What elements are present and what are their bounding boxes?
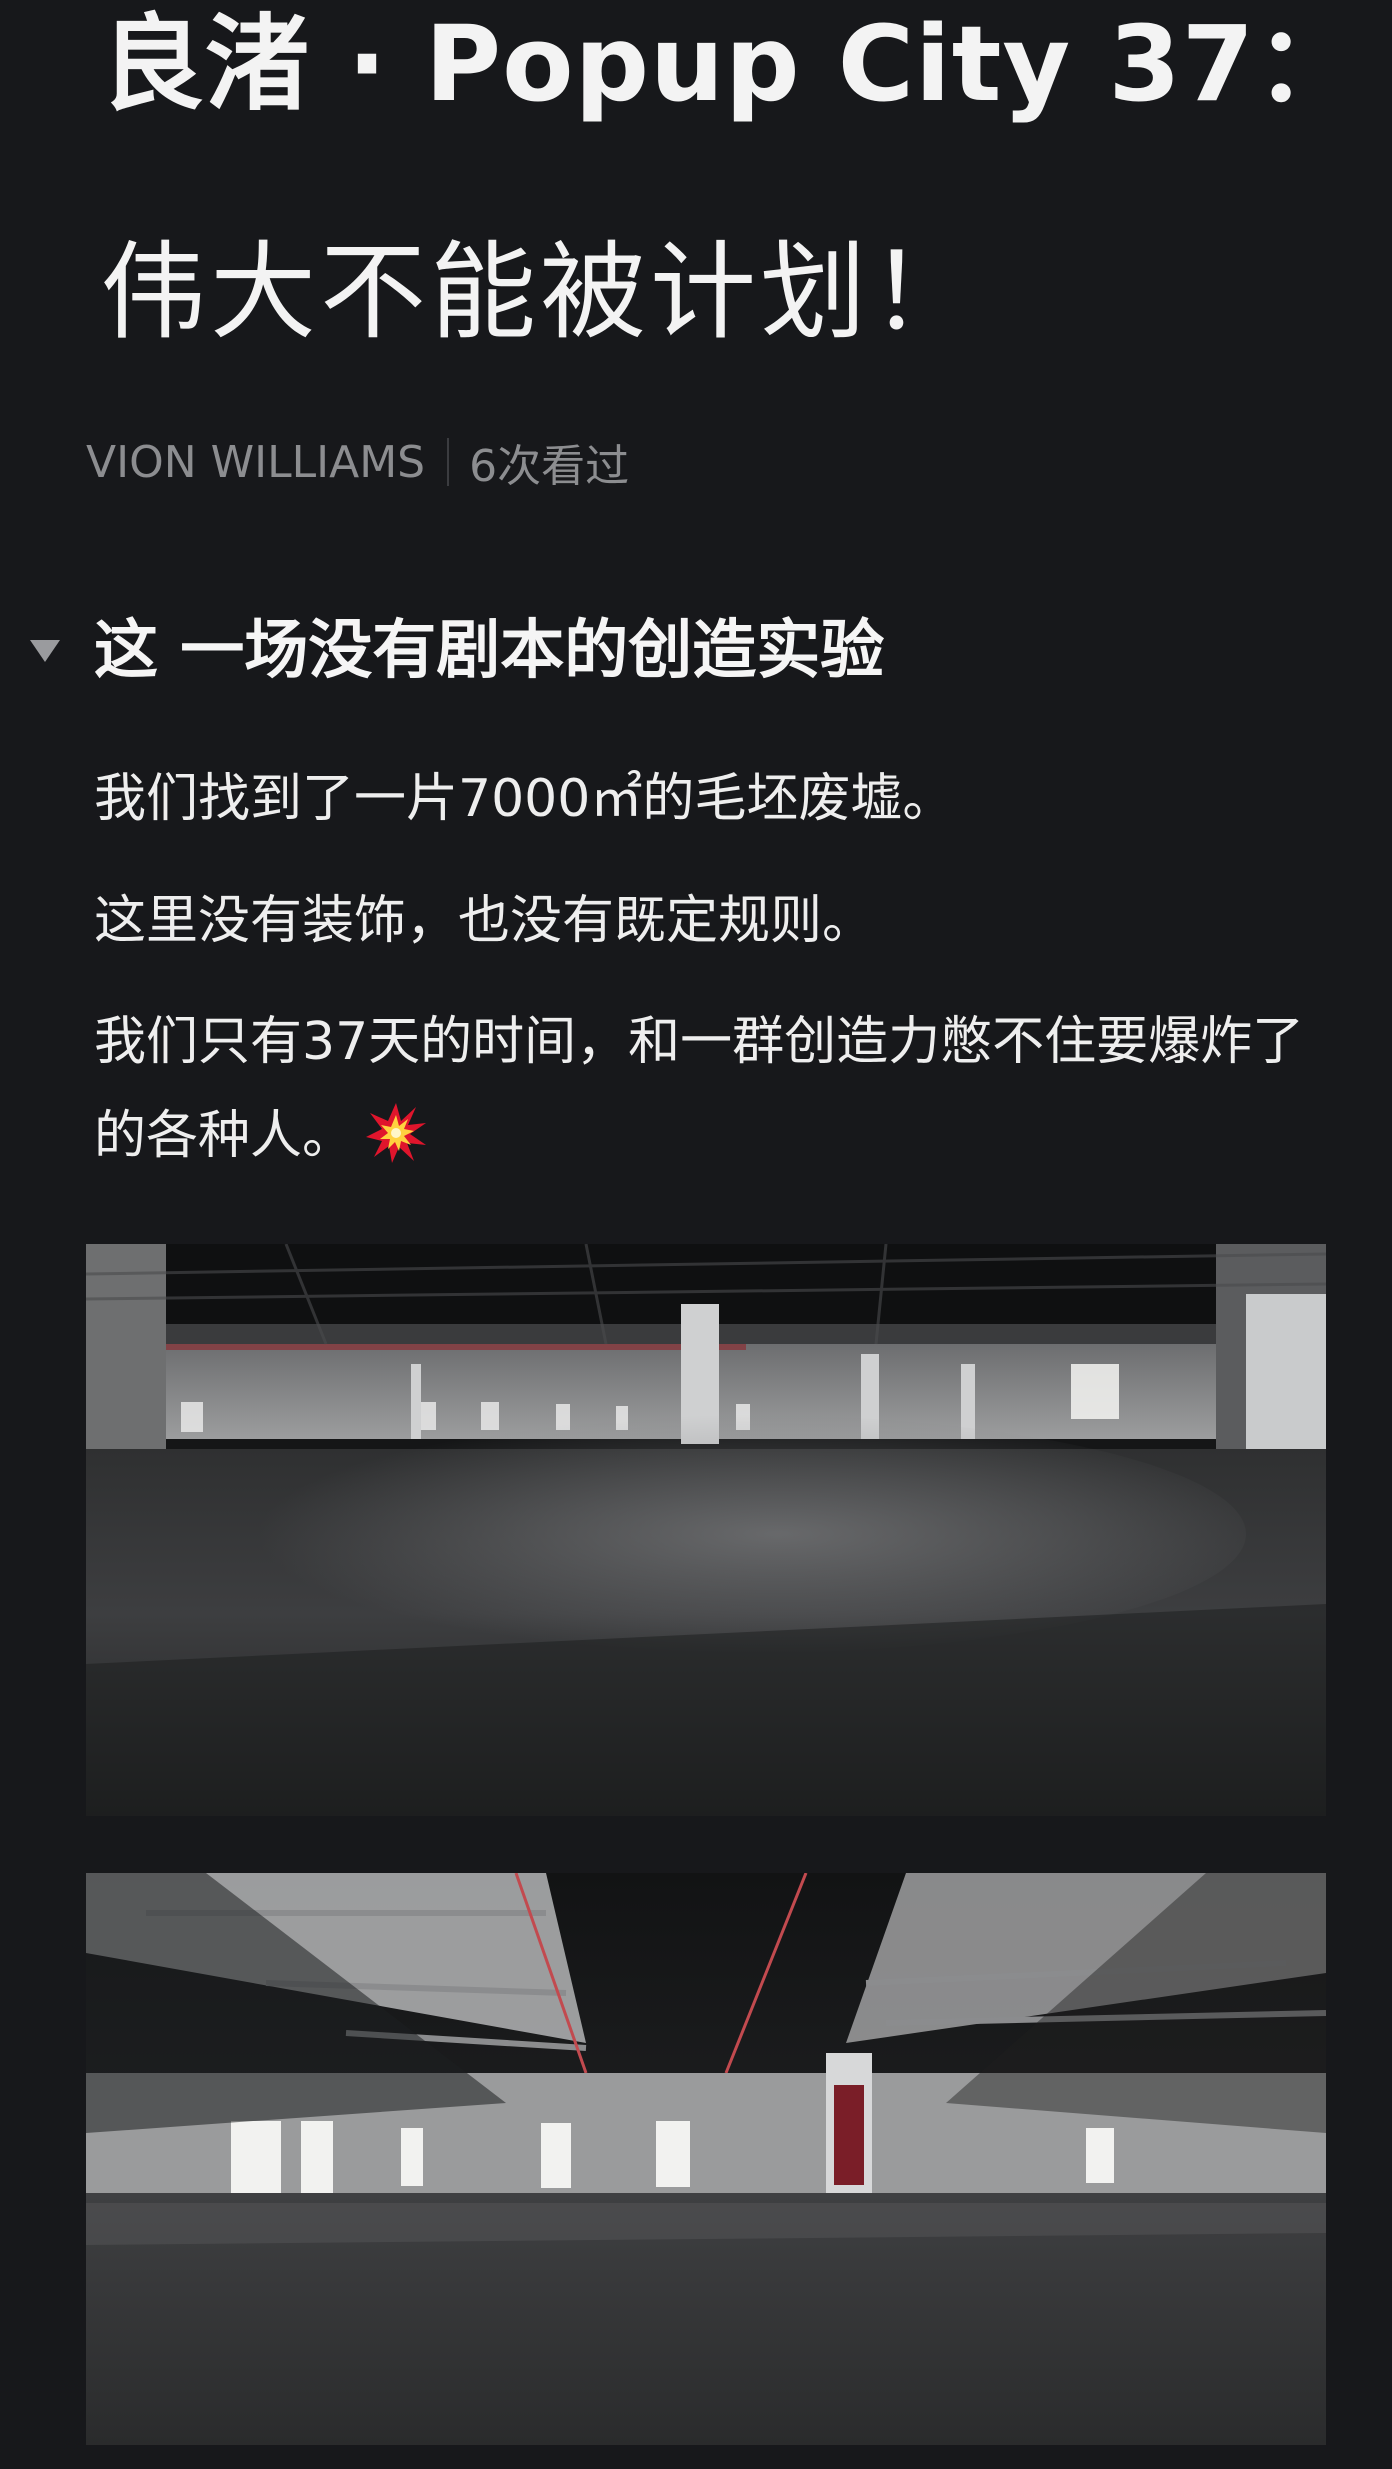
author-name[interactable]: VION WILLIAMS (86, 437, 425, 488)
paragraph: 这里没有装饰，也没有既定规则。 (94, 891, 875, 951)
view-count: 6次看过 (469, 441, 630, 492)
section-toggle-heading: 这 一场没有剧本的创造实验 (0, 610, 1392, 690)
collision-burst-icon (364, 1101, 428, 1165)
empty-concrete-hall-photo-2[interactable] (86, 1873, 1326, 2445)
article-title-line-1: 良渚 · Popup City 37： (100, 3, 1361, 125)
empty-concrete-hall-photo-1[interactable] (86, 1244, 1326, 1816)
section-heading[interactable]: 这 一场没有剧本的创造实验 (94, 616, 884, 687)
article-title-line-2: 伟大不能被计划！ (100, 231, 980, 354)
paragraph-text: 我们只有37天的时间，和一群创造力憋不住要爆炸了的各种人。 (94, 1012, 1305, 1166)
paragraph: 我们找到了一片7000㎡的毛坯废墟。 (94, 769, 955, 829)
article-meta: VION WILLIAMS 6次看过 (86, 436, 629, 493)
collapse-triangle-icon[interactable] (30, 640, 60, 662)
meta-divider (447, 438, 450, 486)
article-page: 良渚 · Popup City 37： 伟大不能被计划！ VION WILLIA… (0, 0, 1392, 2469)
paragraph-with-emoji: 我们只有37天的时间，和一群创造力憋不住要爆炸了的各种人。 (94, 995, 1324, 1183)
